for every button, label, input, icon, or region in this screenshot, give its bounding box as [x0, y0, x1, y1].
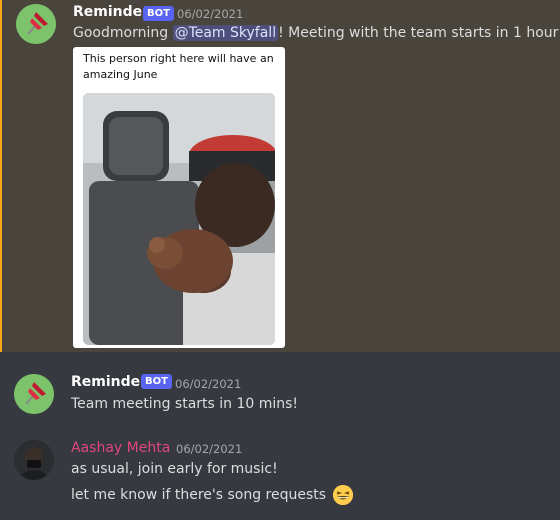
- author-name[interactable]: Aashay Mehta: [71, 440, 170, 456]
- embed-caption: This person right here will have an amaz…: [83, 52, 274, 81]
- role-mention[interactable]: @Team Skyfall: [172, 25, 279, 41]
- gif-embed[interactable]: This person right here will have an amaz…: [73, 47, 285, 348]
- message-line: let me know if there's song requests: [71, 485, 353, 505]
- grinning-squinting-face-icon[interactable]: [332, 485, 353, 505]
- message: Reminder BOT 06/02/2021 Team meeting sta…: [0, 352, 560, 426]
- timestamp: 06/02/2021: [176, 442, 243, 456]
- embed-gif-image[interactable]: [83, 93, 275, 345]
- bot-badge: BOT: [143, 6, 174, 21]
- reminder-bot-avatar[interactable]: [16, 4, 56, 44]
- reminder-bot-avatar[interactable]: [14, 374, 54, 414]
- message-content: Goodmorning @Team Skyfall! Meeting with …: [73, 25, 560, 41]
- pushpin-icon: [14, 374, 54, 414]
- emoji-glyph: [332, 485, 353, 505]
- pushpin-icon: [16, 4, 56, 44]
- message-text: let me know if there's song requests: [71, 487, 327, 503]
- message-text: Goodmorning: [73, 25, 173, 41]
- author-name[interactable]: Reminder: [73, 4, 149, 20]
- message-highlighted: Reminder BOT 06/02/2021 Goodmorning @Tea…: [0, 0, 560, 352]
- meme-image: [83, 93, 275, 345]
- person-avatar-icon: [14, 440, 54, 480]
- user-avatar[interactable]: [14, 440, 54, 480]
- bot-badge: BOT: [141, 374, 172, 389]
- author-name[interactable]: Reminder: [71, 374, 147, 390]
- message-text: ! Meeting with the team starts in 1 hour…: [278, 25, 560, 41]
- message-text: as usual, join early for music!: [71, 461, 278, 477]
- timestamp: 06/02/2021: [175, 377, 242, 391]
- timestamp: 06/02/2021: [177, 7, 244, 21]
- message: Aashay Mehta 06/02/2021 as usual, join e…: [0, 426, 560, 520]
- message-text: Team meeting starts in 10 mins!: [71, 396, 299, 412]
